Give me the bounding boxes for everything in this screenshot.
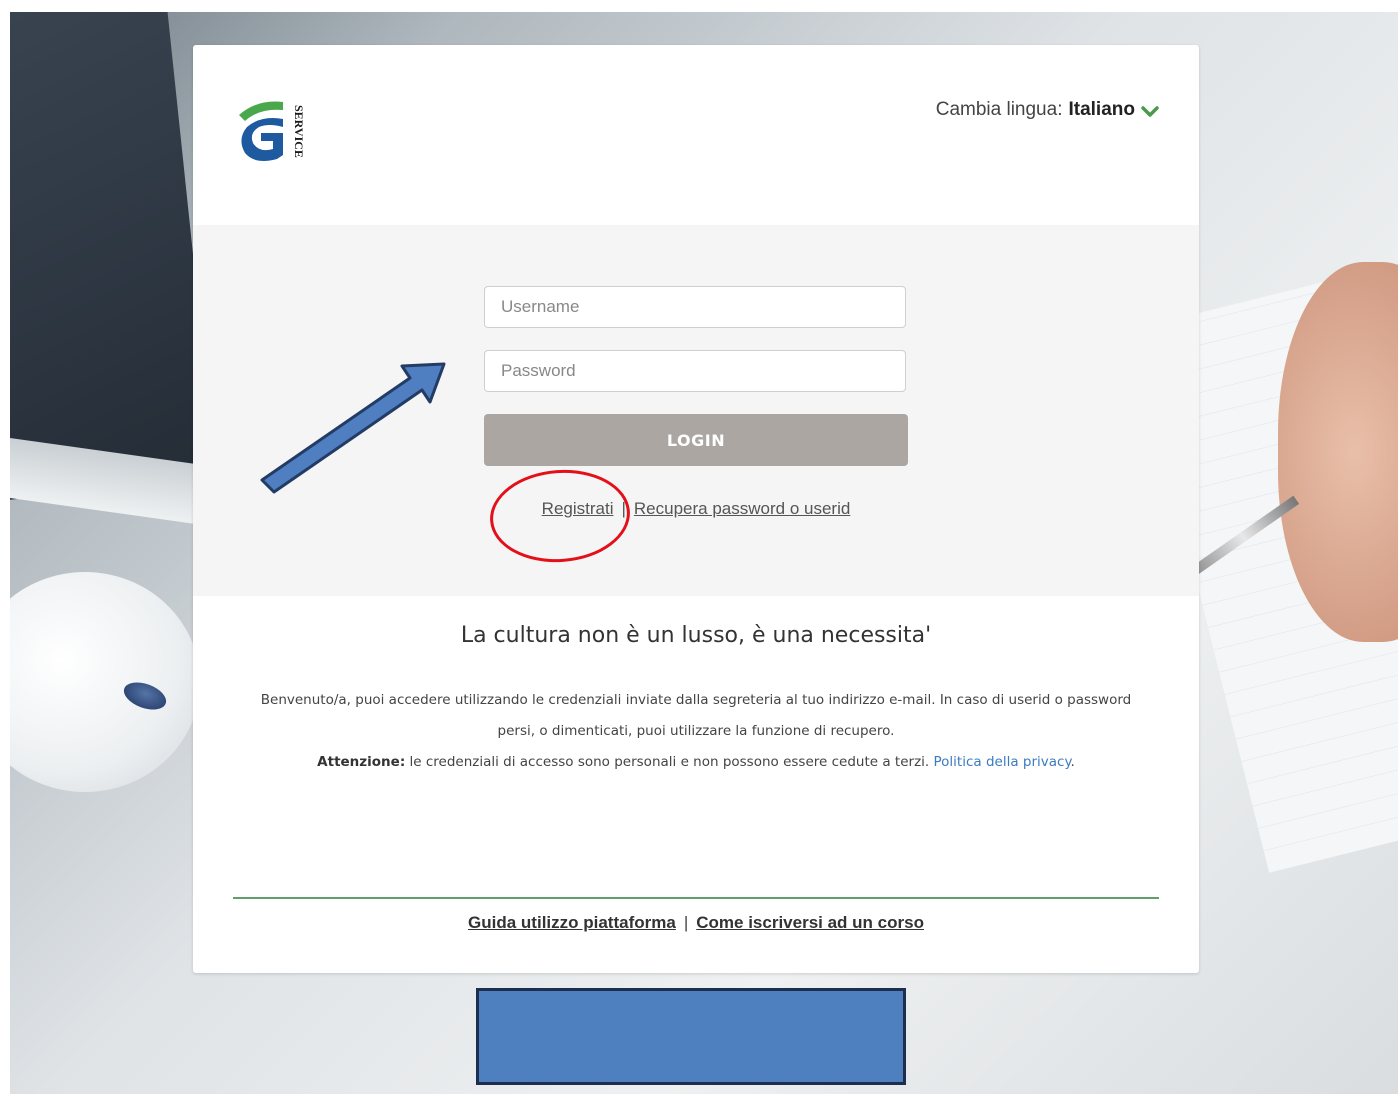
- enrollment-guide-link[interactable]: Come iscriversi ad un corso: [696, 913, 924, 932]
- privacy-link[interactable]: Politica della privacy: [934, 754, 1071, 770]
- logo-icon: SERVICE: [233, 97, 306, 169]
- background-tablet: [10, 12, 217, 504]
- footer-links: Guida utilizzo piattaforma | Come iscriver…: [193, 913, 1199, 933]
- attention-text: le credenziali di accesso sono personali…: [405, 754, 934, 770]
- login-button[interactable]: LOGIN: [484, 414, 908, 466]
- username-input[interactable]: [484, 286, 906, 328]
- language-switcher[interactable]: Cambia lingua: Italiano: [936, 99, 1159, 121]
- language-value[interactable]: Italiano: [1068, 99, 1135, 121]
- attention-label: Attenzione:: [317, 754, 406, 770]
- footer-divider: [233, 897, 1159, 899]
- svg-text:SERVICE: SERVICE: [292, 105, 303, 158]
- login-card: SERVICE Cambia lingua: Italiano LOGIN Re…: [193, 45, 1199, 973]
- language-label: Cambia lingua:: [935, 99, 1063, 120]
- background-mouse: [10, 572, 200, 792]
- platform-guide-link[interactable]: Guida utilizzo piattaforma: [468, 913, 676, 932]
- annotation-circle: [486, 465, 634, 567]
- period: .: [1070, 754, 1075, 770]
- tagline: La cultura non è un lusso, è una necessi…: [460, 623, 932, 648]
- account-links: Registrati | Recupera password o userid: [193, 499, 1199, 519]
- annotation-arrow-icon: [260, 362, 446, 494]
- password-input[interactable]: [484, 350, 906, 392]
- info-text: Benvenuto/a, puoi accedere utilizzando l…: [243, 685, 1149, 778]
- footer-separator: |: [683, 913, 689, 932]
- welcome-text: Benvenuto/a, puoi accedere utilizzando l…: [260, 692, 1132, 739]
- chevron-down-icon[interactable]: [1141, 103, 1159, 117]
- recover-password-link[interactable]: Recupera password o userid: [634, 499, 850, 518]
- annotation-redaction-box: [476, 988, 906, 1085]
